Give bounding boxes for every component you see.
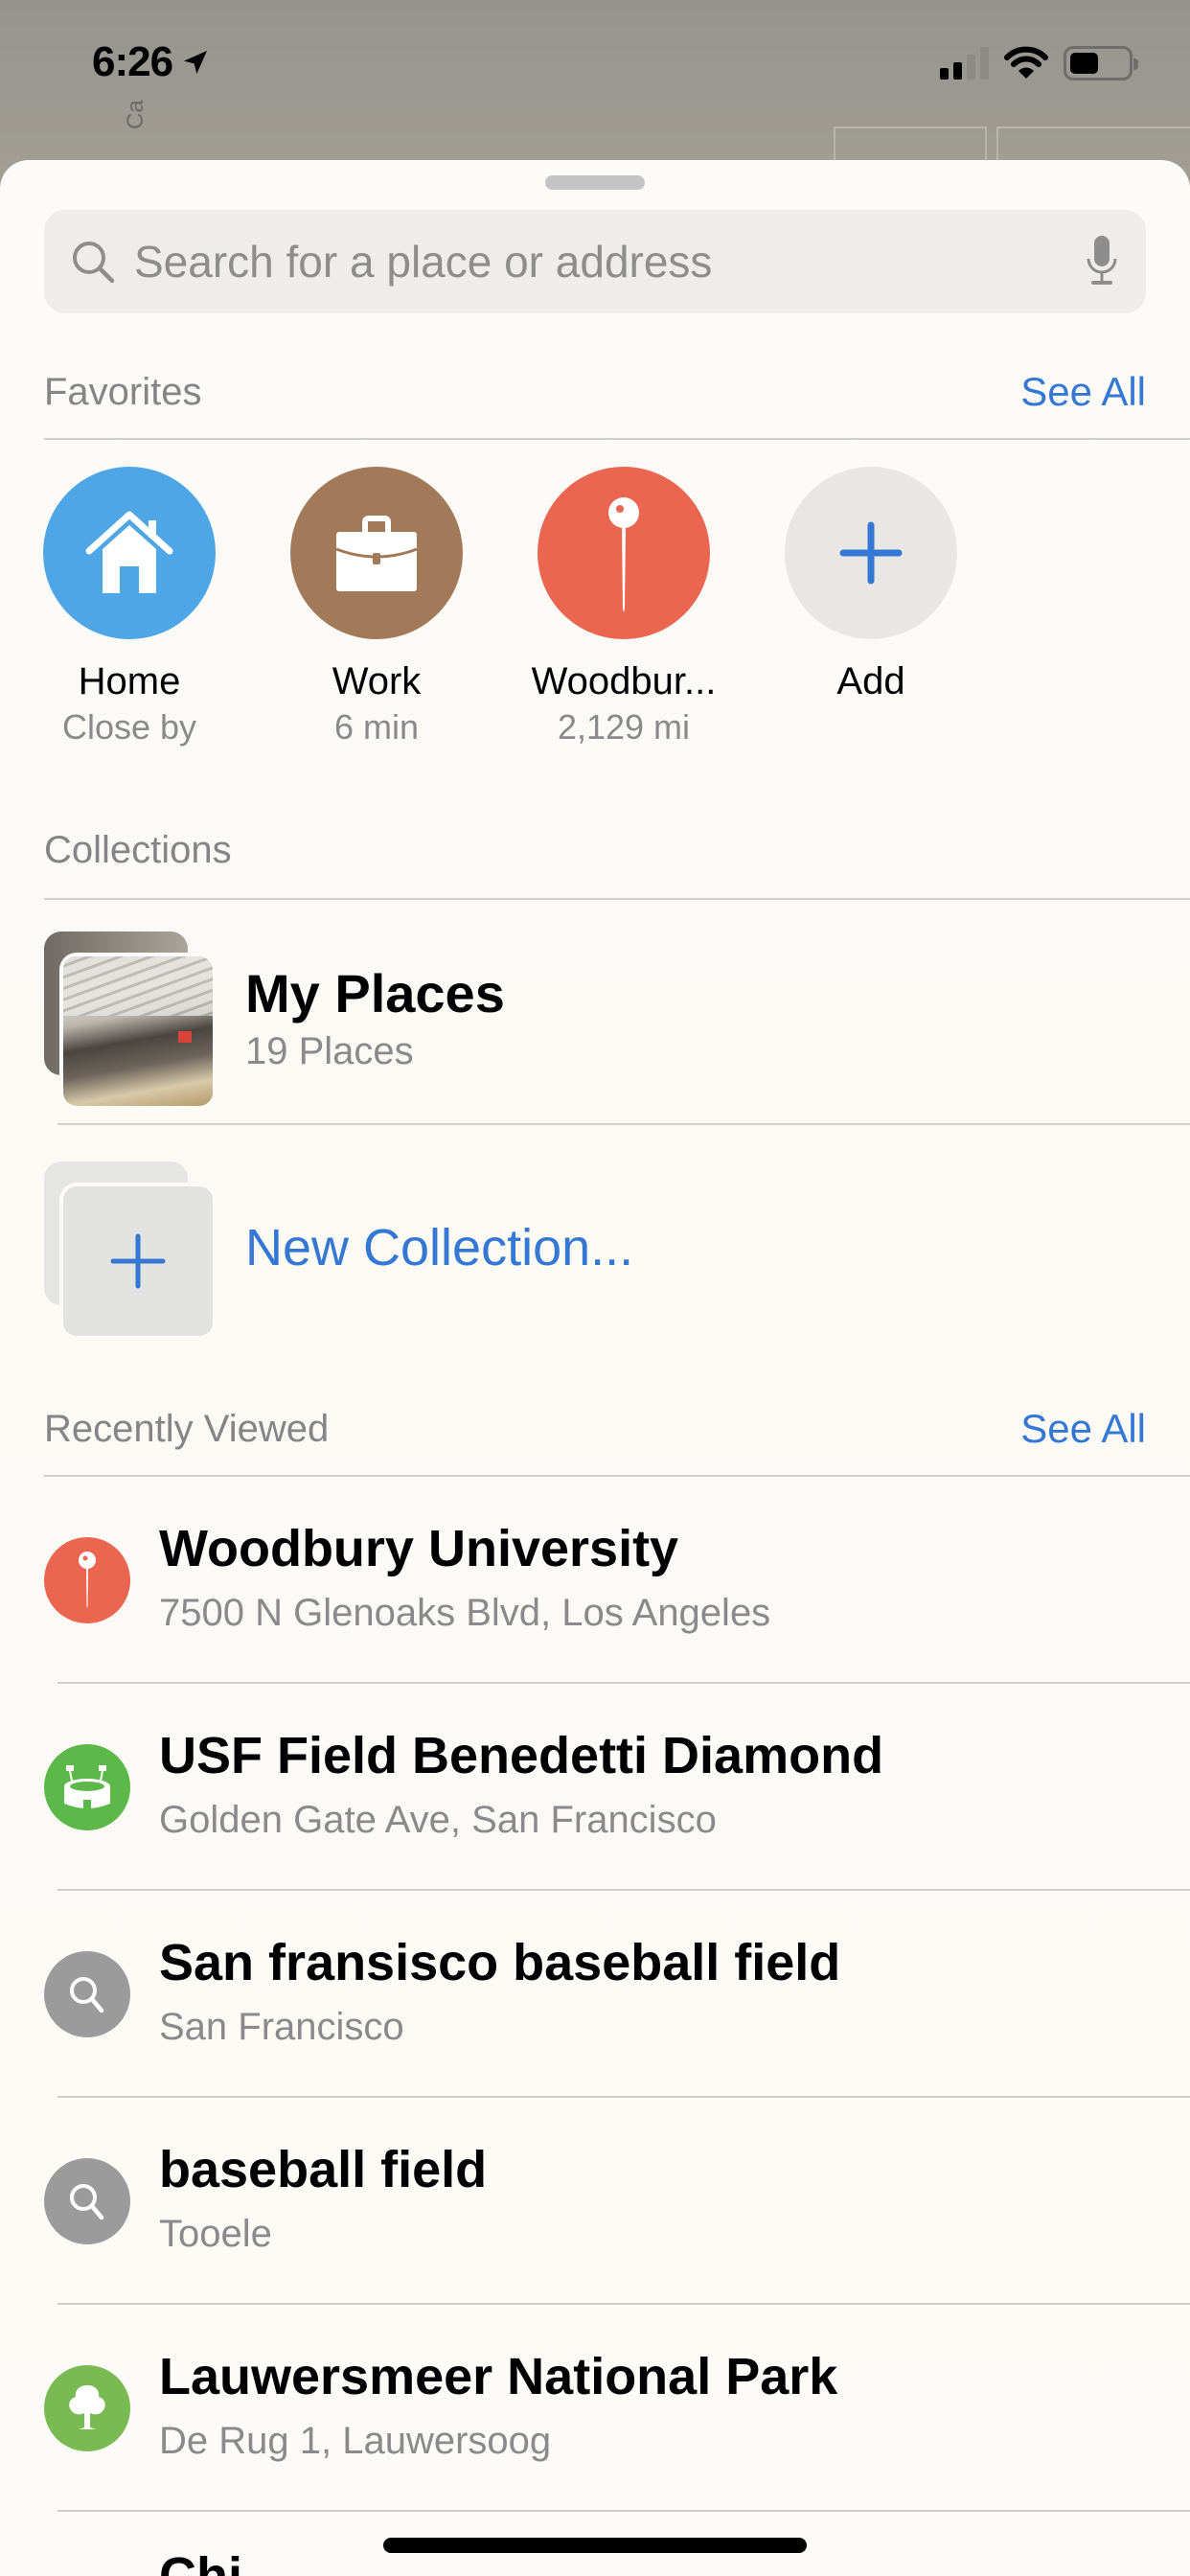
recent-item-title: San fransisco baseball field (159, 1934, 841, 1991)
recent-item[interactable]: Lauwersmeer National Park De Rug 1, Lauw… (0, 2305, 1190, 2512)
collections-title: Collections (44, 829, 232, 871)
location-arrow-icon (184, 51, 208, 74)
recent-item-title-partial[interactable]: Chi (159, 2546, 242, 2576)
recent-item[interactable]: Woodbury University 7500 N Glenoaks Blvd… (0, 1477, 1190, 1684)
map-building (996, 126, 1190, 165)
recently-viewed-header: Recently Viewed See All (44, 1406, 1146, 1452)
recently-viewed-title: Recently Viewed (44, 1407, 330, 1450)
recent-item-title: USF Field Benedetti Diamond (159, 1727, 884, 1784)
bottom-sheet: Favorites See All Home Close by (0, 160, 1190, 2576)
favorite-subtitle: 2,129 mi (557, 707, 691, 747)
collection-thumbnail (59, 953, 217, 1110)
favorite-subtitle: 6 min (333, 707, 420, 747)
status-time-group: 6:26 (92, 38, 211, 86)
favorite-icon-circle (43, 467, 216, 639)
house-icon (85, 511, 173, 593)
status-icons (940, 46, 1138, 80)
sheet-grabber-handle[interactable] (545, 175, 645, 190)
recent-item-subtitle: 7500 N Glenoaks Blvd, Los Angeles (159, 1592, 771, 1634)
stadium-icon (44, 1744, 130, 1830)
favorite-subtitle: Close by (61, 707, 197, 747)
favorites-row: Home Close by Work 6 min Woodbur... 2,12… (0, 467, 1190, 754)
briefcase-icon (335, 516, 418, 591)
battery-icon (1064, 46, 1138, 80)
pin-icon (44, 1537, 130, 1623)
favorite-icon-circle (785, 467, 957, 639)
status-time: 6:26 (92, 38, 173, 85)
recent-item[interactable]: San fransisco baseball field San Francis… (0, 1891, 1190, 2098)
search-icon (44, 1951, 130, 2037)
recently-viewed-see-all-link[interactable]: See All (1020, 1406, 1146, 1452)
favorites-header: Favorites See All (44, 369, 1146, 415)
recent-item-title: Woodbury University (159, 1520, 679, 1577)
favorite-name: Woodbur... (531, 660, 717, 702)
favorite-name: Add (836, 660, 905, 702)
collection-count: 19 Places (245, 1030, 414, 1072)
favorite-home[interactable]: Home Close by (14, 467, 244, 748)
search-icon (73, 242, 115, 284)
new-collection-thumbnail (44, 1162, 217, 1340)
favorite-work[interactable]: Work 6 min (262, 467, 492, 748)
collection-name: My Places (245, 963, 505, 1024)
microphone-icon[interactable] (1083, 234, 1121, 289)
recent-item-subtitle: De Rug 1, Lauwersoog (159, 2420, 552, 2462)
plus-icon (839, 521, 903, 585)
map-building (834, 126, 987, 165)
search-icon (44, 2158, 130, 2244)
collections-header: Collections (44, 829, 1146, 872)
pin-icon (608, 497, 639, 612)
favorites-see-all-link[interactable]: See All (1020, 369, 1146, 415)
divider (57, 1123, 1190, 1125)
new-collection-button[interactable]: New Collection... (0, 1152, 1190, 1344)
divider (44, 898, 1190, 900)
collection-my-places[interactable]: My Places 19 Places (0, 927, 1190, 1110)
new-collection-label: New Collection... (245, 1219, 634, 1276)
cellular-signal-icon (940, 47, 989, 80)
favorite-icon-circle (290, 467, 463, 639)
tree-icon (44, 2365, 130, 2451)
recent-item[interactable]: USF Field Benedetti Diamond Golden Gate … (0, 1684, 1190, 1891)
favorite-woodbury[interactable]: Woodbur... 2,129 mi (509, 467, 739, 748)
recent-item-title: baseball field (159, 2141, 488, 2198)
favorite-name: Work (332, 660, 422, 702)
favorite-icon-circle (538, 467, 710, 639)
divider (44, 438, 1190, 440)
recent-item[interactable]: baseball field Tooele (0, 2098, 1190, 2305)
recent-item-title: Lauwersmeer National Park (159, 2348, 838, 2405)
favorites-title: Favorites (44, 370, 202, 413)
recent-item-subtitle: San Francisco (159, 2006, 404, 2048)
wifi-icon (1004, 46, 1048, 79)
divider (57, 2510, 1190, 2512)
home-indicator[interactable] (383, 2538, 807, 2553)
favorite-add-button[interactable]: Add (756, 467, 986, 703)
plus-icon (110, 1233, 166, 1289)
collection-thumbnail-stack (44, 932, 217, 1110)
search-input[interactable] (134, 236, 1083, 288)
search-bar[interactable] (44, 210, 1146, 313)
recent-item-subtitle: Golden Gate Ave, San Francisco (159, 1799, 717, 1841)
favorite-name: Home (78, 660, 181, 702)
recent-item-subtitle: Tooele (159, 2213, 272, 2255)
battery-level (1070, 53, 1098, 74)
status-bar: 6:26 (0, 0, 1190, 125)
